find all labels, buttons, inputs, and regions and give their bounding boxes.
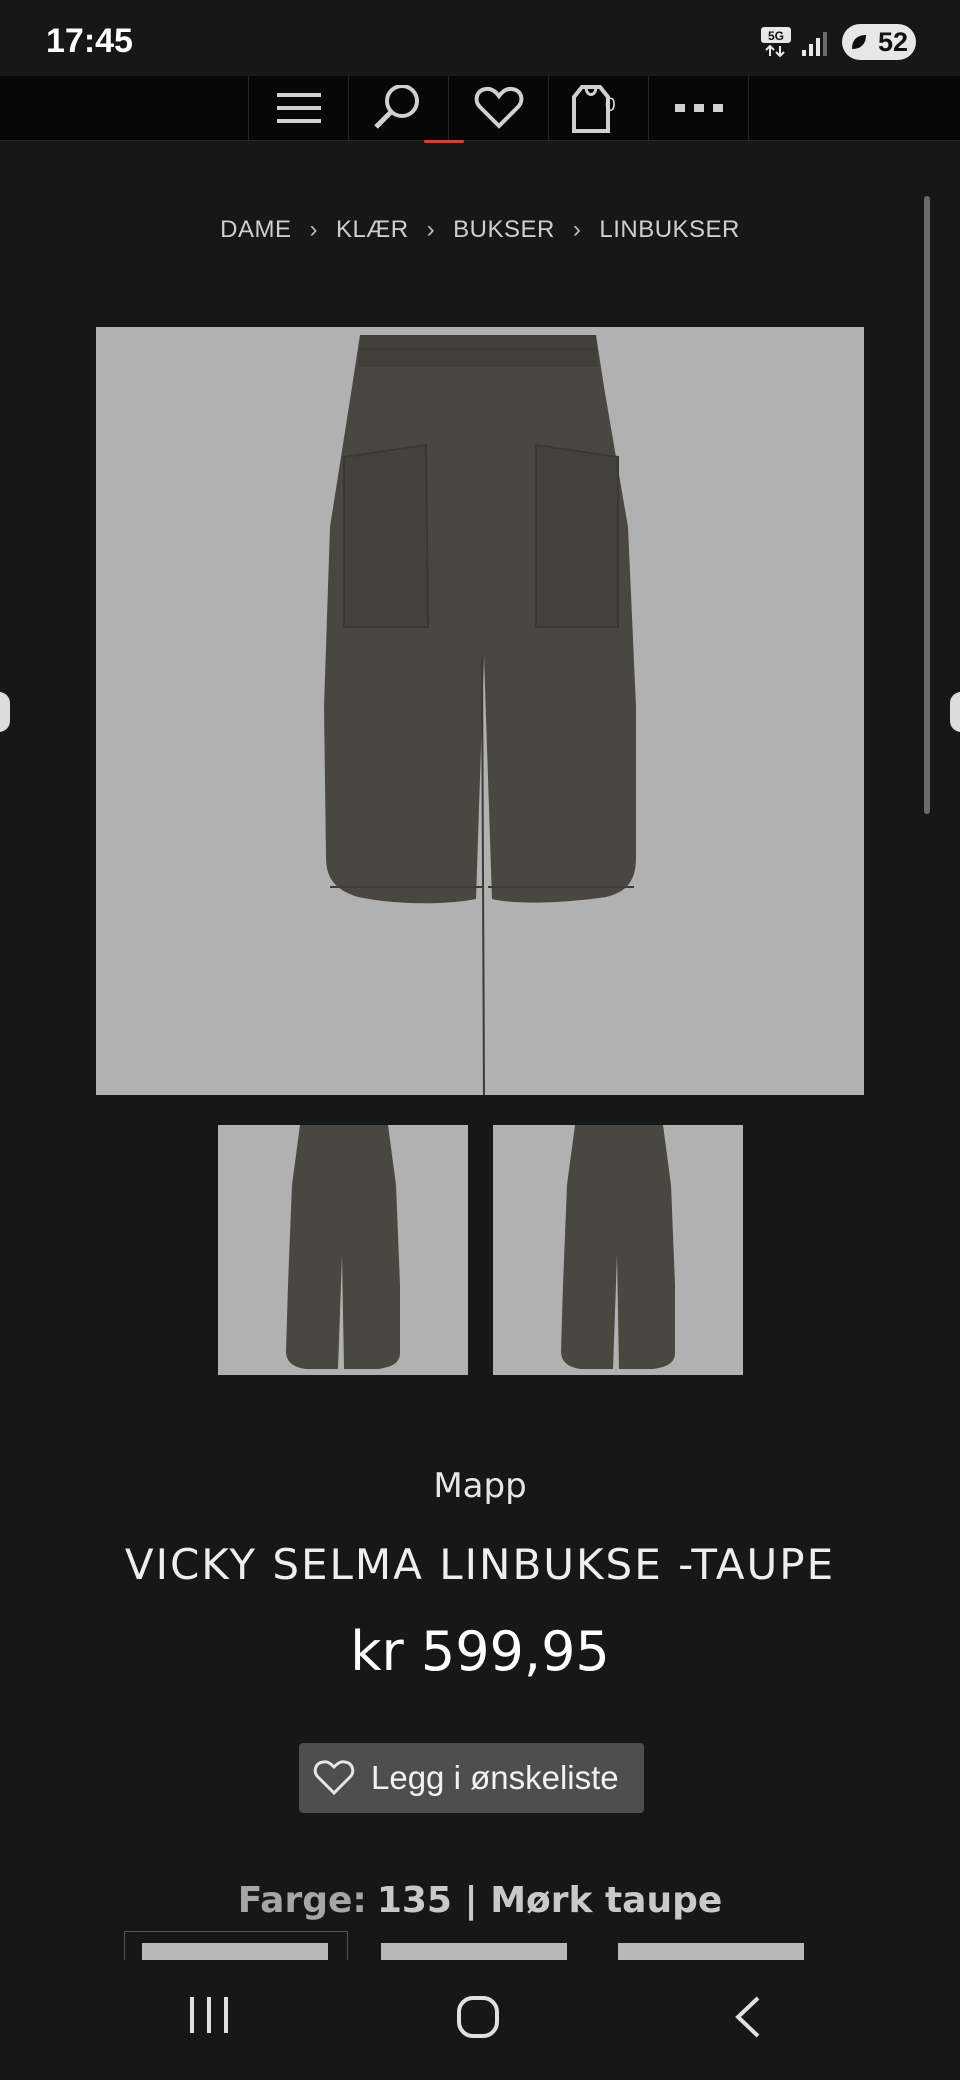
breadcrumb: DAME › KLÆR › BUKSER › LINBUKSER: [0, 216, 960, 244]
recent-apps-icon[interactable]: [188, 1995, 230, 2035]
network-label: 5G: [768, 29, 784, 43]
nav-active-indicator: [424, 140, 464, 143]
battery-level: 52: [877, 26, 908, 57]
color-selection: Farge: 135 | Mørk taupe: [0, 1880, 960, 1921]
scrollbar[interactable]: [924, 196, 930, 814]
cart-count: 0: [605, 95, 616, 116]
color-swatch[interactable]: [381, 1943, 567, 1961]
product-brand[interactable]: Mapp: [0, 1466, 960, 1506]
status-bar: 17:45 5G 52: [0, 0, 960, 76]
color-label: Farge:: [237, 1880, 367, 1921]
status-time: 17:45: [46, 22, 133, 60]
product-thumbnail[interactable]: [493, 1125, 743, 1375]
breadcrumb-bukser[interactable]: BUKSER: [453, 216, 555, 243]
chevron-right-icon: ›: [572, 216, 582, 243]
prev-image-arrow[interactable]: [0, 692, 10, 732]
breadcrumb-linbukser[interactable]: LINBUKSER: [599, 216, 740, 243]
trousers-illustration: [324, 335, 636, 1098]
wishlist-nav-button[interactable]: [448, 76, 548, 140]
system-nav-bar: [0, 1960, 960, 2080]
heart-icon: [474, 86, 523, 129]
product-main-image[interactable]: [96, 327, 864, 1098]
chevron-right-icon: ›: [426, 216, 436, 243]
heart-icon: [313, 1760, 355, 1796]
back-icon[interactable]: [732, 1995, 762, 2039]
next-image-arrow[interactable]: [950, 692, 960, 732]
home-icon[interactable]: [456, 1995, 500, 2039]
product-thumbnail[interactable]: [218, 1125, 468, 1375]
product-price: kr 599,95: [350, 1620, 610, 1683]
menu-icon: [276, 93, 321, 123]
status-indicators: 5G 52: [716, 20, 916, 60]
network-5g-icon: 5G: [761, 27, 791, 58]
search-button[interactable]: [348, 76, 448, 140]
chevron-right-icon: ›: [309, 216, 318, 243]
add-to-wishlist-button[interactable]: Legg i ønskeliste: [299, 1743, 644, 1813]
menu-button[interactable]: [248, 76, 348, 140]
product-page: 17:45 5G 52 0 DAME › KLÆR › BUKSER › LIN…: [0, 0, 960, 2080]
signal-icon: [802, 32, 827, 56]
color-swatch[interactable]: [618, 1943, 804, 1961]
battery-indicator: 52: [842, 24, 916, 60]
color-swatch[interactable]: [142, 1943, 328, 1961]
wishlist-label: Legg i ønskeliste: [371, 1759, 619, 1796]
cart-button[interactable]: 0: [548, 76, 648, 140]
color-value: 135 | Mørk taupe: [376, 1880, 723, 1921]
thumbnail-image: [561, 1125, 675, 1369]
product-title: VICKY SELMA LINBUKSE -TAUPE: [124, 1540, 836, 1589]
more-button[interactable]: [648, 76, 749, 140]
breadcrumb-dame[interactable]: DAME: [220, 216, 291, 243]
more-icon: [674, 104, 723, 112]
breadcrumb-klaer[interactable]: KLÆR: [336, 216, 409, 243]
power-saving-icon: [852, 35, 866, 49]
site-nav: 0: [0, 76, 960, 141]
thumbnail-image: [286, 1125, 400, 1369]
search-icon: [373, 85, 419, 129]
